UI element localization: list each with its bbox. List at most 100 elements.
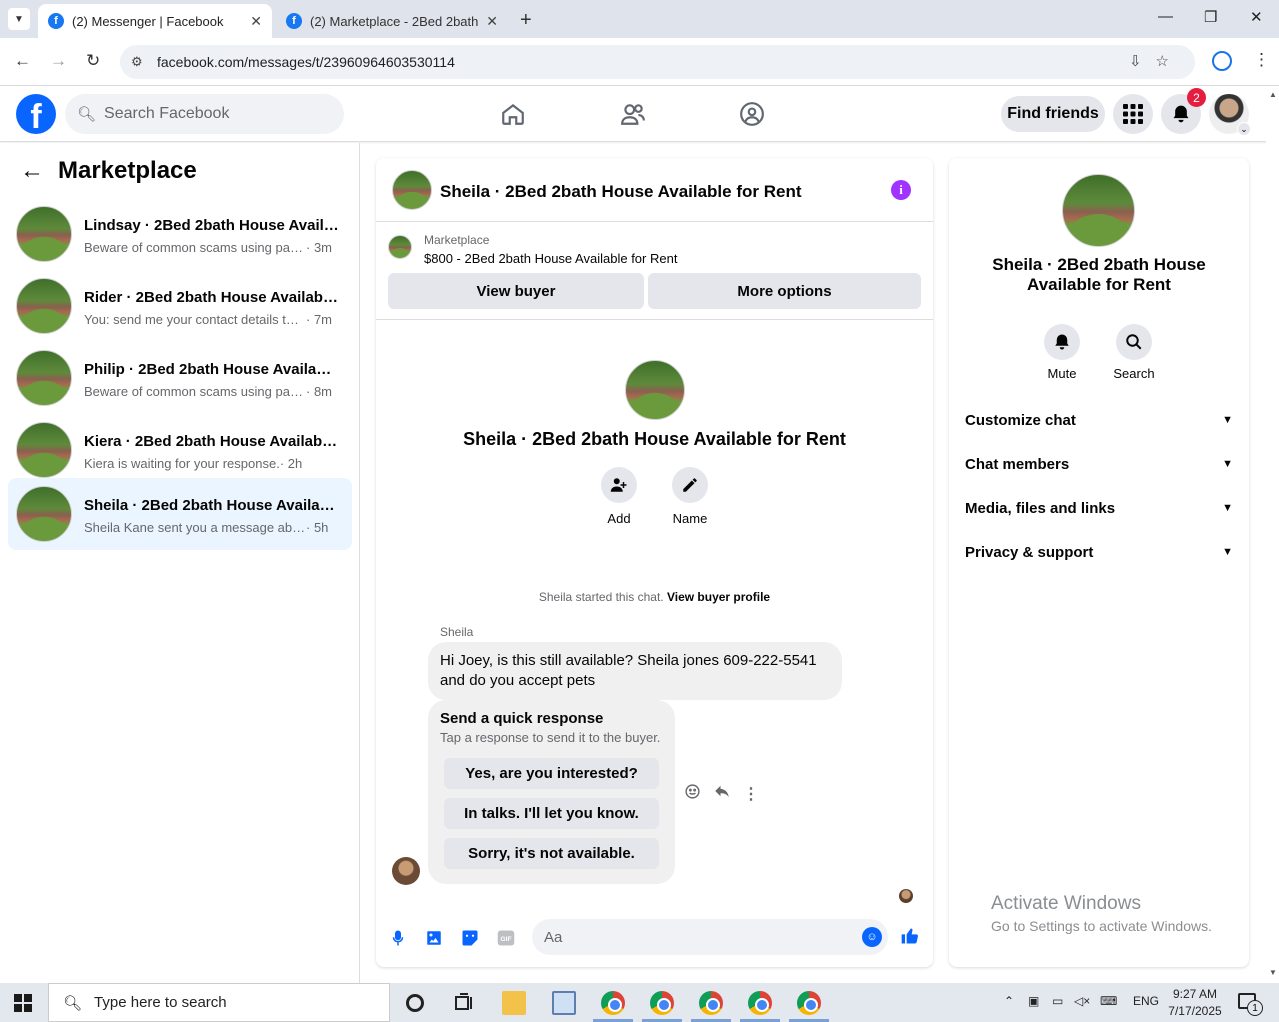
tab-messenger[interactable]: f (2) Messenger | Facebook ✕ [38, 4, 272, 38]
conversation-item-active[interactable]: Sheila · 2Bed 2bath House Available for … [8, 478, 352, 550]
gif-icon[interactable]: GIF [496, 928, 516, 948]
minimize-button[interactable]: — [1158, 8, 1173, 25]
listing-banner: Marketplace $800 - 2Bed 2bath House Avai… [376, 222, 933, 320]
tab-marketplace[interactable]: f (2) Marketplace - 2Bed 2bath H ✕ [276, 4, 508, 38]
tab-search-button[interactable]: ▼ [8, 8, 30, 30]
page-scrollbar[interactable]: ▲ ▼ [1266, 86, 1279, 983]
view-buyer-button[interactable]: View buyer [388, 273, 644, 309]
windows-start-icon[interactable] [14, 994, 32, 1012]
url-field[interactable]: ⚙ facebook.com/messages/t/23960964603530… [120, 45, 1195, 79]
chrome-icon[interactable] [748, 991, 772, 1015]
message-input-field[interactable]: ☺ [532, 919, 888, 955]
panel-title: ← Marketplace [20, 157, 197, 185]
new-tab-button[interactable]: + [520, 9, 532, 32]
emoji-icon[interactable]: ☺ [862, 927, 882, 947]
tray-display-icon[interactable]: ▭ [1052, 994, 1063, 1008]
chat-title[interactable]: Sheila · 2Bed 2bath House Available for … [440, 182, 802, 202]
scroll-down-icon[interactable]: ▼ [1269, 968, 1277, 977]
quick-response-button[interactable]: Yes, are you interested? [444, 758, 659, 789]
chat-header: Sheila · 2Bed 2bath House Available for … [376, 158, 933, 222]
more-dots-icon[interactable]: ⋮ [743, 784, 759, 804]
browser-profile-icon[interactable] [1212, 51, 1232, 71]
conversation-snippet: You: send me your contact details to pro… [84, 312, 332, 327]
conversation-item[interactable]: Kiera · 2Bed 2bath House Available for R… [8, 414, 352, 486]
mute-label: Mute [1047, 366, 1077, 381]
chrome-icon[interactable] [650, 991, 674, 1015]
chrome-icon[interactable] [797, 991, 821, 1015]
search-input[interactable] [104, 105, 325, 123]
media-files-links-section[interactable]: Media, files and links ▼ [965, 493, 1233, 523]
chrome-icon[interactable] [601, 991, 625, 1015]
add-member-action[interactable]: Add [589, 467, 649, 526]
house-thumbnail [16, 278, 72, 334]
react-emoji-icon[interactable] [684, 783, 701, 805]
view-buyer-profile-link[interactable]: View buyer profile [667, 590, 770, 604]
home-icon[interactable] [499, 100, 527, 128]
more-options-button[interactable]: More options [648, 273, 921, 309]
close-window-button[interactable]: ✕ [1250, 8, 1263, 26]
tray-chevron-up-icon[interactable]: ⌃ [1004, 994, 1014, 1008]
conversation-item[interactable]: Lindsay · 2Bed 2bath House Available for… [8, 198, 352, 270]
message-bubble[interactable]: Hi Joey, is this still available? Sheila… [428, 642, 842, 700]
name-chat-action[interactable]: Name [660, 467, 720, 526]
task-view-icon[interactable] [452, 991, 476, 1015]
reply-icon[interactable] [713, 782, 731, 805]
listing-price-title[interactable]: $800 - 2Bed 2bath House Available for Re… [424, 251, 677, 266]
bookmark-star-icon[interactable]: ⇩☆ [1129, 52, 1183, 70]
facebook-logo-icon[interactable]: f [16, 94, 56, 134]
cortana-icon[interactable] [406, 994, 424, 1012]
back-arrow-icon[interactable]: ← [20, 157, 44, 185]
account-avatar[interactable]: ⌄ [1209, 94, 1251, 136]
microphone-icon[interactable] [388, 928, 408, 948]
thumbs-up-icon[interactable] [900, 926, 920, 946]
tray-language[interactable]: ENG [1133, 994, 1159, 1008]
reload-button[interactable]: ↻ [86, 51, 100, 71]
sender-avatar[interactable] [392, 857, 420, 885]
back-button[interactable]: ← [14, 51, 31, 71]
restore-button[interactable]: ❐ [1204, 8, 1217, 26]
add-person-icon [601, 467, 637, 503]
conversation-snippet: Kiera is waiting for your response. · 2h [84, 456, 303, 471]
site-info-icon[interactable]: ⚙ [131, 54, 143, 70]
close-tab-icon[interactable]: ✕ [250, 13, 262, 30]
find-friends-button[interactable]: Find friends [1001, 96, 1105, 132]
chat-members-section[interactable]: Chat members ▼ [965, 449, 1233, 479]
chevron-down-icon: ▼ [1222, 502, 1233, 514]
info-icon[interactable]: i [891, 180, 911, 200]
groups-icon[interactable] [738, 100, 766, 128]
message-input[interactable] [544, 928, 844, 946]
quick-response-button[interactable]: In talks. I'll let you know. [444, 798, 659, 829]
search-chat-action[interactable]: Search [1104, 324, 1164, 381]
conversation-item[interactable]: Philip · 2Bed 2bath House Available for … [8, 342, 352, 414]
file-explorer-icon[interactable] [502, 991, 526, 1015]
privacy-support-section[interactable]: Privacy & support ▼ [965, 537, 1233, 567]
intro-title: Sheila · 2Bed 2bath House Available for … [463, 429, 846, 449]
facebook-search[interactable]: 🔍︎ [65, 94, 344, 134]
customize-chat-section[interactable]: Customize chat ▼ [965, 405, 1233, 435]
tray-volume-icon[interactable]: ◁× [1074, 994, 1090, 1008]
app-window-icon[interactable] [552, 991, 576, 1015]
conversation-item[interactable]: Rider · 2Bed 2bath House Available for R… [8, 270, 352, 342]
friends-icon[interactable] [619, 100, 647, 128]
house-thumbnail [16, 422, 72, 478]
bell-icon [1044, 324, 1080, 360]
facebook-favicon-icon: f [48, 13, 64, 29]
close-tab-icon[interactable]: ✕ [486, 13, 498, 30]
search-label: Search [1113, 366, 1155, 381]
browser-menu-icon[interactable]: ⋮ [1253, 50, 1270, 70]
menu-grid-icon[interactable] [1113, 94, 1153, 134]
tray-network-icon[interactable]: ▣ [1028, 994, 1039, 1008]
tray-keyboard-icon[interactable]: ⌨ [1100, 994, 1117, 1008]
scroll-up-icon[interactable]: ▲ [1269, 90, 1277, 99]
quick-response-button[interactable]: Sorry, it's not available. [444, 838, 659, 869]
chrome-icon[interactable] [699, 991, 723, 1015]
chat-avatar[interactable] [392, 170, 432, 210]
photo-icon[interactable] [424, 928, 444, 948]
taskbar-search[interactable]: 🔍︎ Type here to search [48, 983, 390, 1022]
conversation-name: Sheila · 2Bed 2bath House Available for … [84, 497, 340, 514]
sticker-icon[interactable] [460, 928, 480, 948]
svg-text:GIF: GIF [500, 936, 511, 943]
forward-button[interactable]: → [50, 51, 67, 71]
mute-action[interactable]: Mute [1032, 324, 1092, 381]
taskbar-clock[interactable]: 9:27 AM 7/17/2025 [1160, 986, 1230, 1020]
